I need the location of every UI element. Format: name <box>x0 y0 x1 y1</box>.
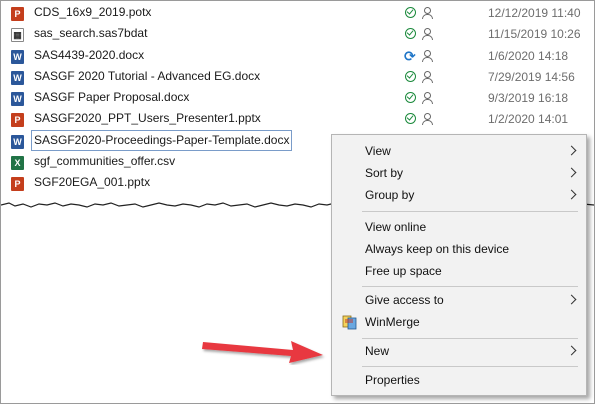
menu-item-label: New <box>365 344 390 358</box>
menu-separator <box>362 366 578 367</box>
synced-check-icon <box>405 7 416 18</box>
winmerge-icon <box>342 315 357 330</box>
file-date: 9/3/2019 16:18 <box>488 91 569 106</box>
annotation-arrow <box>202 341 323 363</box>
word-icon: W <box>11 49 24 64</box>
menu-item-label: Free up space <box>365 264 442 278</box>
menu-item-label: View <box>365 144 391 158</box>
chevron-right-icon <box>566 294 577 305</box>
file-row[interactable]: P SASGF2020_PPT_Users_Presenter1.pptx 1/… <box>1 109 594 130</box>
syncing-icon: ⟳ <box>404 47 416 64</box>
file-row[interactable]: P CDS_16x9_2019.potx 12/12/2019 11:40 <box>1 3 594 24</box>
shared-person-icon <box>422 113 433 126</box>
word-icon: W <box>11 92 24 107</box>
file-date: 12/12/2019 11:40 <box>488 6 581 20</box>
menu-item-label: Always keep on this device <box>365 242 510 256</box>
menu-separator <box>362 286 578 287</box>
word-icon: W <box>11 70 24 85</box>
shared-person-icon <box>422 28 433 41</box>
file-name: SASGF2020_PPT_Users_Presenter1.pptx <box>34 111 261 126</box>
synced-check-icon <box>405 70 416 82</box>
shared-person-icon <box>422 7 433 19</box>
file-row[interactable]: ▦ sas_search.sas7bdat 11/15/2019 10:26 <box>1 24 594 45</box>
file-name: sgf_communities_offer.csv <box>34 154 176 169</box>
chevron-right-icon <box>566 145 577 156</box>
file-row[interactable]: W SAS4439-2020.docx ⟳ 1/6/2020 14:18 <box>1 46 594 67</box>
context-menu: View Sort by Group by View online Always… <box>331 134 587 396</box>
file-name: SASGF Paper Proposal.docx <box>34 90 190 105</box>
menu-item-view-online[interactable]: View online <box>332 216 586 238</box>
menu-item-label: Properties <box>365 373 420 387</box>
synced-check-icon <box>405 28 416 40</box>
powerpoint-icon: P <box>11 177 24 192</box>
powerpoint-icon: P <box>11 7 24 21</box>
file-name: SASGF2020-Proceedings-Paper-Template.doc… <box>30 129 293 151</box>
powerpoint-icon: P <box>11 113 24 128</box>
file-row[interactable]: W SASGF 2020 Tutorial - Advanced EG.docx… <box>1 67 594 88</box>
file-name: SGF20EGA_001.pptx <box>34 175 151 190</box>
menu-separator <box>362 338 578 339</box>
chevron-right-icon <box>566 167 577 178</box>
shared-person-icon <box>422 70 433 83</box>
menu-item-properties[interactable]: Properties <box>332 369 586 391</box>
menu-item-label: Sort by <box>365 166 404 180</box>
file-date: 11/15/2019 10:26 <box>488 27 581 42</box>
menu-separator <box>362 211 578 212</box>
menu-item-winmerge[interactable]: WinMerge <box>332 311 586 333</box>
menu-item-new[interactable]: New <box>332 340 586 362</box>
explorer-window: P CDS_16x9_2019.potx 12/12/2019 11:40 ▦ … <box>0 0 595 404</box>
menu-item-give-access[interactable]: Give access to <box>332 289 586 311</box>
file-name: SAS4439-2020.docx <box>34 47 145 62</box>
menu-item-view[interactable]: View <box>332 140 586 162</box>
file-date: 7/29/2019 14:56 <box>488 69 575 84</box>
synced-check-icon <box>405 92 416 104</box>
chevron-right-icon <box>566 189 577 200</box>
menu-item-label: Give access to <box>365 293 444 307</box>
file-date: 1/2/2020 14:01 <box>488 112 569 127</box>
menu-item-sort-by[interactable]: Sort by <box>332 162 586 184</box>
file-row[interactable]: W SASGF Paper Proposal.docx 9/3/2019 16:… <box>1 88 594 109</box>
menu-item-label: View online <box>365 220 427 234</box>
chevron-right-icon <box>566 345 577 356</box>
sas-dataset-icon: ▦ <box>11 28 24 43</box>
synced-check-icon <box>405 113 416 125</box>
word-icon: W <box>11 134 24 149</box>
file-name: CDS_16x9_2019.potx <box>34 5 152 19</box>
menu-item-label: WinMerge <box>365 315 420 329</box>
excel-icon: X <box>11 156 24 171</box>
menu-item-always-keep[interactable]: Always keep on this device <box>332 238 586 260</box>
file-name: sas_search.sas7bdat <box>34 26 148 41</box>
shared-person-icon <box>422 92 433 105</box>
menu-item-free-up-space[interactable]: Free up space <box>332 260 586 282</box>
file-name: SASGF 2020 Tutorial - Advanced EG.docx <box>34 68 261 83</box>
menu-item-label: Group by <box>365 188 415 202</box>
file-date: 1/6/2020 14:18 <box>488 48 569 63</box>
menu-item-group-by[interactable]: Group by <box>332 184 586 206</box>
shared-person-icon <box>422 49 433 62</box>
